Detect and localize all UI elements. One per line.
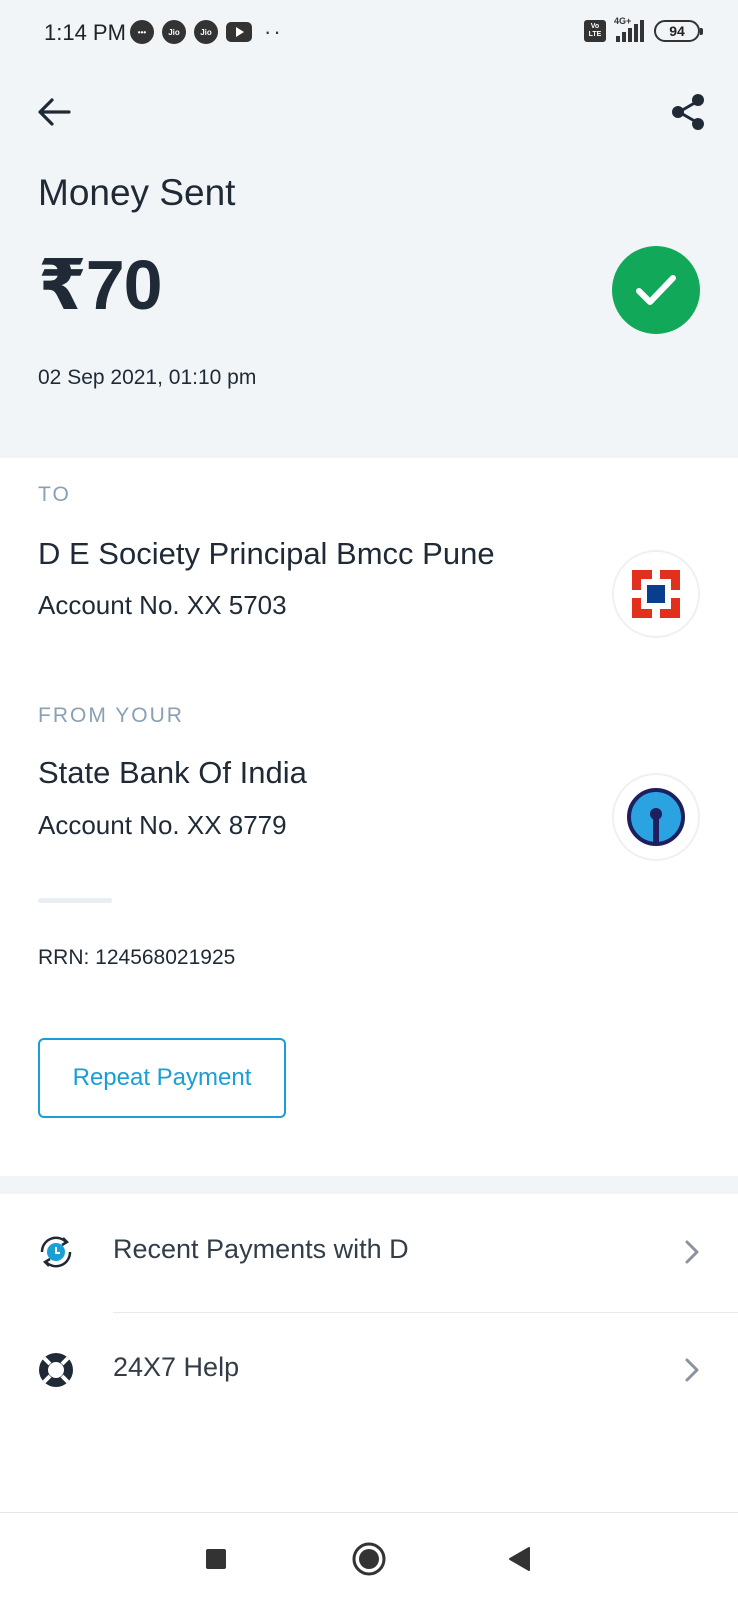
- page-title: Money Sent: [38, 172, 236, 213]
- jio-icon: Jio: [194, 20, 218, 44]
- payer-bank-name: State Bank Of India: [38, 755, 307, 790]
- to-label: TO: [38, 483, 71, 506]
- home-button[interactable]: [349, 1539, 389, 1579]
- notification-icons: ••• Jio Jio ··: [130, 20, 283, 44]
- recents-square-icon: [206, 1549, 226, 1569]
- section-separator: [0, 1176, 738, 1194]
- transaction-header: Money Sent ₹70 02 Sep 2021, 01:10 pm: [0, 64, 738, 458]
- arrow-left-icon: [38, 98, 71, 126]
- system-navigation-bar: [0, 1513, 738, 1600]
- chevron-right-icon: [685, 1358, 699, 1382]
- success-check-icon: [612, 246, 700, 334]
- recents-button[interactable]: [196, 1539, 236, 1579]
- amount: ₹70: [38, 246, 163, 324]
- share-icon: [672, 94, 704, 130]
- jio-icon: Jio: [162, 20, 186, 44]
- row-divider: [113, 1312, 738, 1313]
- signal-icon: 4G+: [614, 16, 644, 42]
- from-label: FROM YOUR: [38, 704, 184, 727]
- youtube-icon: [226, 22, 252, 42]
- help-label: 24X7 Help: [113, 1352, 240, 1382]
- recent-payments-row[interactable]: Recent Payments with D: [0, 1196, 738, 1312]
- status-time: 1:14 PM: [44, 20, 126, 45]
- recent-clock-icon: [40, 1236, 72, 1268]
- back-triangle-icon: [509, 1547, 530, 1571]
- back-nav-button[interactable]: [499, 1539, 539, 1579]
- sbi-bank-logo-icon: [612, 773, 700, 861]
- repeat-payment-button[interactable]: Repeat Payment: [38, 1038, 286, 1118]
- network-type-label: 4G+: [614, 16, 632, 26]
- hdfc-bank-logo-icon: [612, 550, 700, 638]
- divider: [38, 898, 112, 903]
- chat-bubble-icon: •••: [130, 20, 154, 44]
- rrn-number: RRN: 124568021925: [38, 946, 236, 969]
- lifebuoy-help-icon: [39, 1353, 73, 1387]
- back-button[interactable]: [34, 92, 74, 132]
- more-notifications-icon: ··: [264, 19, 283, 44]
- transaction-datetime: 02 Sep 2021, 01:10 pm: [38, 366, 257, 389]
- status-bar: 1:14 PM ••• Jio Jio ·· Vo LTE 4G+ 94: [0, 0, 738, 64]
- payer-account: Account No. XX 8779: [38, 810, 287, 840]
- payee-name: D E Society Principal Bmcc Pune: [38, 536, 495, 571]
- battery-icon: 94: [654, 20, 703, 42]
- payee-account: Account No. XX 5703: [38, 590, 287, 620]
- system-icons: Vo LTE 4G+ 94: [584, 16, 703, 42]
- recent-payments-label: Recent Payments with D: [113, 1234, 409, 1264]
- chevron-right-icon: [685, 1240, 699, 1264]
- help-row[interactable]: 24X7 Help: [0, 1314, 738, 1430]
- home-circle-icon: [352, 1542, 386, 1576]
- share-button[interactable]: [668, 92, 708, 132]
- volte-icon: Vo LTE: [584, 20, 606, 42]
